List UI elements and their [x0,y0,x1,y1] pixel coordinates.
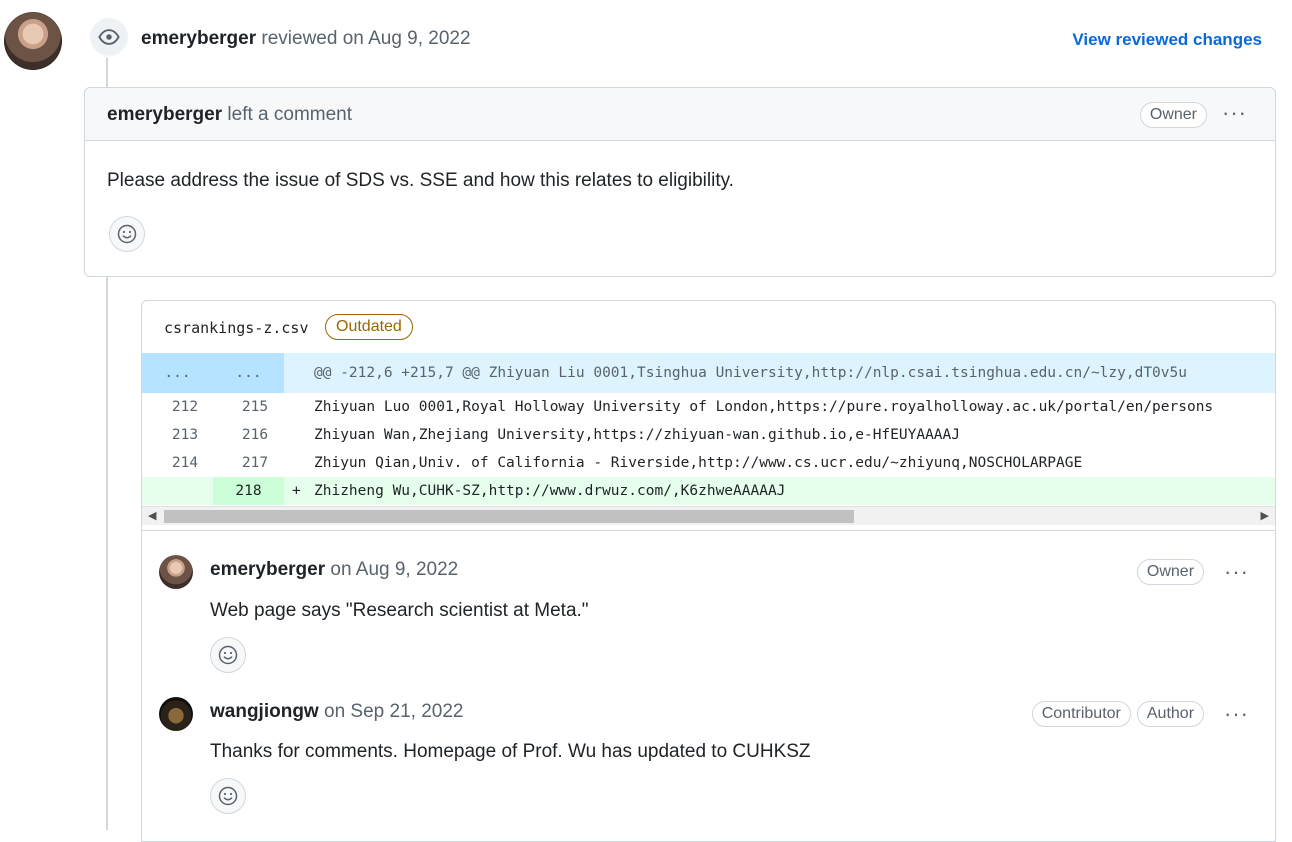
reply-header: emeryberger on Aug 9, 2022 [210,559,458,581]
owner-badge: Owner [1139,102,1207,128]
reply-header: wangjiongw on Sep 21, 2022 [210,701,463,723]
diff-row: 212 215 Zhiyuan Luo 0001,Royal Holloway … [142,393,1275,421]
scrollbar-thumb[interactable] [164,510,854,523]
diff-table: ... ... @@ -212,6 +215,7 @@ Zhiyuan Liu … [142,353,1275,505]
line-number-new: 217 [241,455,269,471]
comment-action: left a comment [227,104,353,125]
scroll-right-arrow-icon[interactable]: ▶ [1261,509,1269,522]
line-number-new: 215 [241,399,269,415]
diff-code: Zhiyuan Luo 0001,Royal Holloway Universi… [314,399,1214,415]
comment-body: Please address the issue of SDS vs. SSE … [107,170,734,191]
review-author[interactable]: emeryberger [141,28,256,49]
avatar[interactable] [159,555,193,589]
view-reviewed-changes-link[interactable]: View reviewed changes [1072,30,1262,50]
reply-body: Web page says "Research scientist at Met… [210,600,589,621]
outdated-badge: Outdated [325,314,413,340]
diff-code: Zhiyun Qian,Univ. of California - Rivers… [314,455,1083,471]
owner-badge: Owner [1136,559,1205,585]
reply-badges: Contributor Author ··· [1031,701,1249,727]
line-number-new[interactable]: ... [213,353,284,393]
hunk-header-row: ... ... @@ -212,6 +215,7 @@ Zhiyuan Liu … [142,353,1275,393]
file-header: csrankings-z.csv Outdated [142,301,1275,353]
review-badge [88,16,130,58]
diff-marker: + [292,483,301,499]
add-reaction-button[interactable] [210,778,246,814]
reply-date[interactable]: on Aug 9, 2022 [330,559,458,580]
author-badge: Author [1136,701,1205,727]
avatar[interactable] [159,697,193,731]
diff-row-added: 218 + Zhizheng Wu,CUHK-SZ,http://www.drw… [142,477,1275,505]
diff-row: 213 216 Zhiyuan Wan,Zhejiang University,… [142,421,1275,449]
contributor-badge: Contributor [1031,701,1131,727]
smiley-icon [218,645,238,665]
reply-author[interactable]: wangjiongw [210,701,319,722]
hunk-header: @@ -212,6 +215,7 @@ Zhiyuan Liu 0001,Tsi… [314,365,1187,381]
review-comment: emeryberger left a comment Owner ··· Ple… [84,87,1276,277]
horizontal-scrollbar[interactable]: ◀ ▶ [142,506,1275,525]
divider [142,530,1275,531]
review-thread: csrankings-z.csv Outdated ... ... @@ -21… [141,300,1276,842]
line-number-new: 216 [241,427,269,443]
review-action: reviewed on Aug 9, 2022 [261,28,471,49]
reply-date[interactable]: on Sep 21, 2022 [324,701,463,722]
reply-author[interactable]: emeryberger [210,559,325,580]
line-number-old: 212 [171,399,199,415]
line-number-new: 218 [213,477,284,505]
line-number-old: 213 [171,427,199,443]
reply-body: Thanks for comments. Homepage of Prof. W… [210,741,811,762]
scroll-left-arrow-icon[interactable]: ◀ [148,509,156,522]
eye-icon [98,29,120,45]
review-header: emeryberger reviewed on Aug 9, 2022 [141,28,471,50]
comment-author[interactable]: emeryberger [107,104,222,125]
kebab-horizontal-icon[interactable]: ··· [1222,102,1247,124]
smiley-icon [117,224,137,244]
kebab-horizontal-icon[interactable]: ··· [1224,561,1249,583]
line-number-old[interactable]: ... [142,353,213,393]
add-reaction-button[interactable] [210,637,246,673]
diff-row: 214 217 Zhiyun Qian,Univ. of California … [142,449,1275,477]
comment-author-line: emeryberger left a comment [107,104,352,126]
reply-badges: Owner ··· [1136,559,1249,585]
add-reaction-button[interactable] [109,216,145,252]
avatar[interactable] [4,12,62,70]
comment-header: emeryberger left a comment Owner ··· [85,88,1275,141]
kebab-horizontal-icon[interactable]: ··· [1224,703,1249,725]
file-name[interactable]: csrankings-z.csv [164,319,309,337]
line-number-old: 214 [171,455,199,471]
diff-code: Zhiyuan Wan,Zhejiang University,https://… [314,427,961,443]
smiley-icon [218,786,238,806]
diff-code: Zhizheng Wu,CUHK-SZ,http://www.drwuz.com… [314,483,786,499]
